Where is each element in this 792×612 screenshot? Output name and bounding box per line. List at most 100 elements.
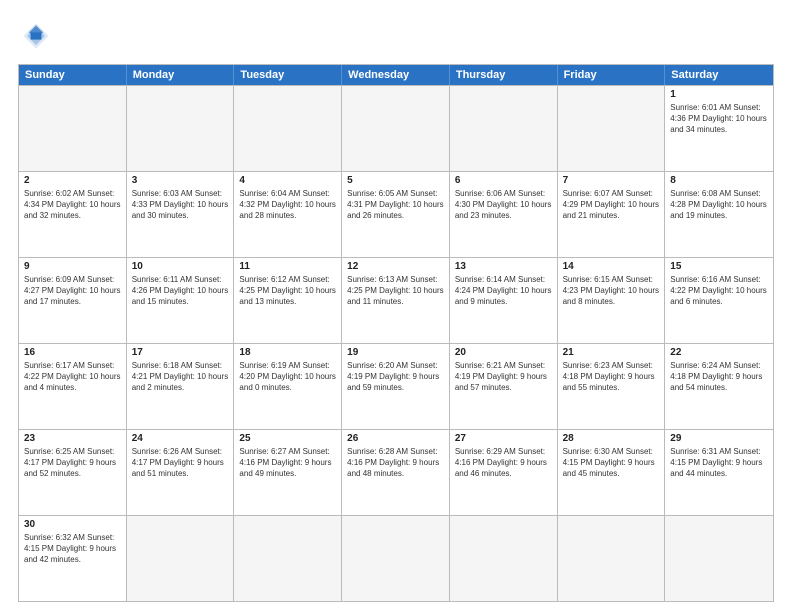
calendar-cell <box>234 86 342 171</box>
calendar-cell <box>450 86 558 171</box>
day-number: 14 <box>563 261 660 272</box>
weekday-header-saturday: Saturday <box>665 65 773 85</box>
calendar-cell: 27 Sunrise: 6:29 AM Sunset: 4:16 PM Dayli… <box>450 430 558 515</box>
logo <box>18 18 58 54</box>
day-number: 2 <box>24 175 121 186</box>
calendar-header: SundayMondayTuesdayWednesdayThursdayFrid… <box>19 65 773 85</box>
calendar-cell <box>450 516 558 601</box>
day-info: Sunrise: 6:20 AM Sunset: 4:19 PM Dayligh… <box>347 360 444 394</box>
calendar-cell: 10Sunrise: 6:11 AM Sunset: 4:26 PM Dayli… <box>127 258 235 343</box>
calendar-cell <box>127 516 235 601</box>
day-info: Sunrise: 6:23 AM Sunset: 4:18 PM Dayligh… <box>563 360 660 394</box>
day-number: 26 <box>347 433 444 444</box>
calendar-cell: 2Sunrise: 6:02 AM Sunset: 4:34 PM Daylig… <box>19 172 127 257</box>
day-info: Sunrise: 6:13 AM Sunset: 4:25 PM Dayligh… <box>347 274 444 308</box>
day-info: Sunrise: 6:07 AM Sunset: 4:29 PM Dayligh… <box>563 188 660 222</box>
day-number: 3 <box>132 175 229 186</box>
weekday-header-wednesday: Wednesday <box>342 65 450 85</box>
calendar-row-1: 2Sunrise: 6:02 AM Sunset: 4:34 PM Daylig… <box>19 171 773 257</box>
calendar-row-5: 30 Sunrise: 6:32 AM Sunset: 4:15 PM Dayli… <box>19 515 773 601</box>
day-number: 19 <box>347 347 444 358</box>
calendar-cell: 5 Sunrise: 6:05 AM Sunset: 4:31 PM Daylig… <box>342 172 450 257</box>
calendar-cell: 11 Sunrise: 6:12 AM Sunset: 4:25 PM Dayli… <box>234 258 342 343</box>
calendar-cell: 13 Sunrise: 6:14 AM Sunset: 4:24 PM Dayli… <box>450 258 558 343</box>
calendar-row-2: 9Sunrise: 6:09 AM Sunset: 4:27 PM Daylig… <box>19 257 773 343</box>
weekday-header-tuesday: Tuesday <box>234 65 342 85</box>
calendar-cell: 15 Sunrise: 6:16 AM Sunset: 4:22 PM Dayli… <box>665 258 773 343</box>
calendar: SundayMondayTuesdayWednesdayThursdayFrid… <box>18 64 774 602</box>
day-info: Sunrise: 6:18 AM Sunset: 4:21 PM Dayligh… <box>132 360 229 394</box>
calendar-body: 1Sunrise: 6:01 AM Sunset: 4:36 PM Daylig… <box>19 85 773 601</box>
day-number: 13 <box>455 261 552 272</box>
calendar-row-4: 23Sunrise: 6:25 AM Sunset: 4:17 PM Dayli… <box>19 429 773 515</box>
calendar-row-0: 1Sunrise: 6:01 AM Sunset: 4:36 PM Daylig… <box>19 85 773 171</box>
day-info: Sunrise: 6:03 AM Sunset: 4:33 PM Dayligh… <box>132 188 229 222</box>
day-info: Sunrise: 6:05 AM Sunset: 4:31 PM Dayligh… <box>347 188 444 222</box>
weekday-header-monday: Monday <box>127 65 235 85</box>
calendar-cell: 4Sunrise: 6:04 AM Sunset: 4:32 PM Daylig… <box>234 172 342 257</box>
header <box>18 18 774 54</box>
day-number: 15 <box>670 261 768 272</box>
day-number: 18 <box>239 347 336 358</box>
day-info: Sunrise: 6:06 AM Sunset: 4:30 PM Dayligh… <box>455 188 552 222</box>
calendar-cell <box>342 516 450 601</box>
calendar-cell: 28 Sunrise: 6:30 AM Sunset: 4:15 PM Dayli… <box>558 430 666 515</box>
day-info: Sunrise: 6:29 AM Sunset: 4:16 PM Dayligh… <box>455 446 552 480</box>
calendar-cell: 17 Sunrise: 6:18 AM Sunset: 4:21 PM Dayli… <box>127 344 235 429</box>
day-number: 28 <box>563 433 660 444</box>
day-number: 5 <box>347 175 444 186</box>
calendar-cell <box>665 516 773 601</box>
calendar-cell: 20 Sunrise: 6:21 AM Sunset: 4:19 PM Dayli… <box>450 344 558 429</box>
day-info: Sunrise: 6:15 AM Sunset: 4:23 PM Dayligh… <box>563 274 660 308</box>
day-number: 24 <box>132 433 229 444</box>
day-info: Sunrise: 6:17 AM Sunset: 4:22 PM Dayligh… <box>24 360 121 394</box>
day-number: 20 <box>455 347 552 358</box>
calendar-cell: 21Sunrise: 6:23 AM Sunset: 4:18 PM Dayli… <box>558 344 666 429</box>
calendar-cell: 9Sunrise: 6:09 AM Sunset: 4:27 PM Daylig… <box>19 258 127 343</box>
day-number: 7 <box>563 175 660 186</box>
day-number: 17 <box>132 347 229 358</box>
weekday-header-friday: Friday <box>558 65 666 85</box>
day-number: 11 <box>239 261 336 272</box>
day-number: 6 <box>455 175 552 186</box>
calendar-cell: 30 Sunrise: 6:32 AM Sunset: 4:15 PM Dayli… <box>19 516 127 601</box>
day-number: 12 <box>347 261 444 272</box>
day-number: 4 <box>239 175 336 186</box>
calendar-cell <box>342 86 450 171</box>
calendar-cell: 22Sunrise: 6:24 AM Sunset: 4:18 PM Dayli… <box>665 344 773 429</box>
day-info: Sunrise: 6:25 AM Sunset: 4:17 PM Dayligh… <box>24 446 121 480</box>
calendar-cell: 18 Sunrise: 6:19 AM Sunset: 4:20 PM Dayli… <box>234 344 342 429</box>
day-number: 27 <box>455 433 552 444</box>
calendar-cell: 23Sunrise: 6:25 AM Sunset: 4:17 PM Dayli… <box>19 430 127 515</box>
day-info: Sunrise: 6:21 AM Sunset: 4:19 PM Dayligh… <box>455 360 552 394</box>
page: SundayMondayTuesdayWednesdayThursdayFrid… <box>0 0 792 612</box>
day-number: 8 <box>670 175 768 186</box>
calendar-cell <box>558 86 666 171</box>
calendar-cell <box>19 86 127 171</box>
day-info: Sunrise: 6:12 AM Sunset: 4:25 PM Dayligh… <box>239 274 336 308</box>
calendar-row-3: 16Sunrise: 6:17 AM Sunset: 4:22 PM Dayli… <box>19 343 773 429</box>
weekday-header-thursday: Thursday <box>450 65 558 85</box>
day-number: 25 <box>239 433 336 444</box>
day-info: Sunrise: 6:30 AM Sunset: 4:15 PM Dayligh… <box>563 446 660 480</box>
day-info: Sunrise: 6:09 AM Sunset: 4:27 PM Dayligh… <box>24 274 121 308</box>
day-number: 30 <box>24 519 121 530</box>
day-number: 29 <box>670 433 768 444</box>
calendar-cell: 1Sunrise: 6:01 AM Sunset: 4:36 PM Daylig… <box>665 86 773 171</box>
day-info: Sunrise: 6:24 AM Sunset: 4:18 PM Dayligh… <box>670 360 768 394</box>
calendar-cell: 24Sunrise: 6:26 AM Sunset: 4:17 PM Dayli… <box>127 430 235 515</box>
day-info: Sunrise: 6:08 AM Sunset: 4:28 PM Dayligh… <box>670 188 768 222</box>
day-info: Sunrise: 6:14 AM Sunset: 4:24 PM Dayligh… <box>455 274 552 308</box>
calendar-cell <box>127 86 235 171</box>
calendar-cell: 8 Sunrise: 6:08 AM Sunset: 4:28 PM Daylig… <box>665 172 773 257</box>
calendar-cell <box>558 516 666 601</box>
calendar-cell: 14 Sunrise: 6:15 AM Sunset: 4:23 PM Dayli… <box>558 258 666 343</box>
calendar-cell: 6 Sunrise: 6:06 AM Sunset: 4:30 PM Daylig… <box>450 172 558 257</box>
day-info: Sunrise: 6:32 AM Sunset: 4:15 PM Dayligh… <box>24 532 121 566</box>
day-info: Sunrise: 6:16 AM Sunset: 4:22 PM Dayligh… <box>670 274 768 308</box>
day-info: Sunrise: 6:19 AM Sunset: 4:20 PM Dayligh… <box>239 360 336 394</box>
day-info: Sunrise: 6:11 AM Sunset: 4:26 PM Dayligh… <box>132 274 229 308</box>
calendar-cell: 3 Sunrise: 6:03 AM Sunset: 4:33 PM Daylig… <box>127 172 235 257</box>
day-info: Sunrise: 6:01 AM Sunset: 4:36 PM Dayligh… <box>670 102 768 136</box>
day-info: Sunrise: 6:28 AM Sunset: 4:16 PM Dayligh… <box>347 446 444 480</box>
